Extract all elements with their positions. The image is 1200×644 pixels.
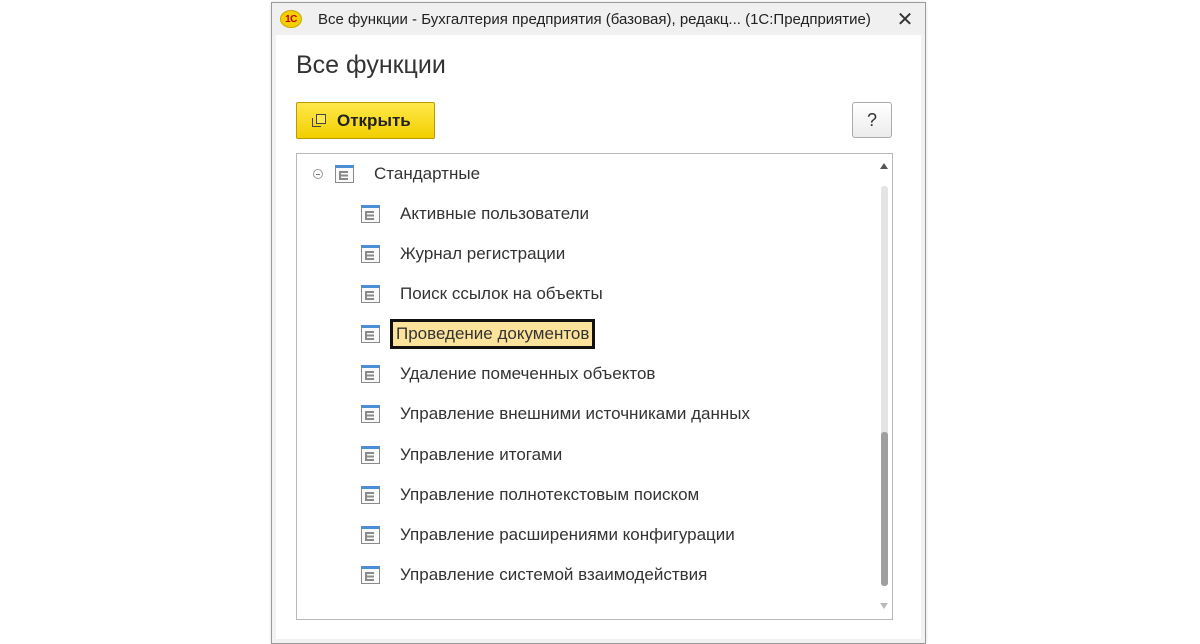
function-form-icon [361,205,380,223]
tree-item-label-selected: Проведение документов [390,319,596,349]
function-form-icon [361,365,380,383]
tree-item[interactable]: Журнал регистрации [361,239,569,269]
tree-group-standard[interactable]: Стандартные [313,159,484,189]
tree-item-label: Поиск ссылок на объекты [400,284,603,303]
help-button[interactable]: ? [852,102,892,138]
tree-group-label: Стандартные [374,164,481,183]
vertical-scrollbar[interactable] [876,154,892,619]
collapse-icon[interactable] [313,169,323,179]
function-form-icon [361,285,380,303]
tree-item[interactable]: Управление системой взаимодействия [361,560,711,590]
tree-item[interactable]: Управление внешними источниками данных [361,399,754,429]
tree-item-label: Управление итогами [400,445,563,464]
tree-item-label: Управление полнотекстовым поиском [400,485,700,504]
tree-item-label: Удаление помеченных объектов [400,364,656,383]
tree-item-label: Управление внешними источниками данных [400,404,750,423]
tree-item-selected[interactable]: Проведение документов [361,319,596,349]
window-title: Все функции - Бухгалтерия предприятия (б… [318,11,871,28]
tree-item[interactable]: Поиск ссылок на объекты [361,279,607,309]
window-content: Все функции Открыть ? Стандартные Активн… [276,35,921,639]
tree-item-label: Управление расширениями конфигурации [400,525,735,544]
open-button[interactable]: Открыть [296,102,435,139]
function-form-icon [361,566,380,584]
scroll-up-arrow-icon[interactable] [880,163,888,169]
function-form-icon [361,245,380,263]
tree-item[interactable]: Управление итогами [361,440,566,470]
tree-item[interactable]: Активные пользователи [361,199,593,229]
open-button-label: Открыть [337,110,411,130]
group-form-icon [335,165,354,183]
all-functions-window: 1С Все функции - Бухгалтерия предприятия… [271,2,926,644]
tree-item[interactable]: Удаление помеченных объектов [361,359,659,389]
tree-item-label: Активные пользователи [400,204,590,223]
tree-item[interactable]: Управление полнотекстовым поиском [361,480,703,510]
scroll-down-arrow-icon[interactable] [880,603,888,609]
page-title: Все функции [296,51,446,79]
open-window-icon [312,113,326,128]
app-logo-icon: 1С [280,10,302,28]
tree-item-label: Журнал регистрации [400,244,566,263]
title-bar[interactable]: 1С Все функции - Бухгалтерия предприятия… [272,3,925,35]
tree-item-label: Управление системой взаимодействия [400,565,708,584]
function-form-icon [361,446,380,464]
function-form-icon [361,325,380,343]
function-form-icon [361,405,380,423]
tree-item[interactable]: Управление расширениями конфигурации [361,520,739,550]
close-button[interactable]: ✕ [893,7,917,31]
function-form-icon [361,526,380,544]
function-form-icon [361,486,380,504]
functions-tree: Стандартные Активные пользователи Журнал… [296,153,893,620]
scroll-thumb[interactable] [881,432,888,586]
